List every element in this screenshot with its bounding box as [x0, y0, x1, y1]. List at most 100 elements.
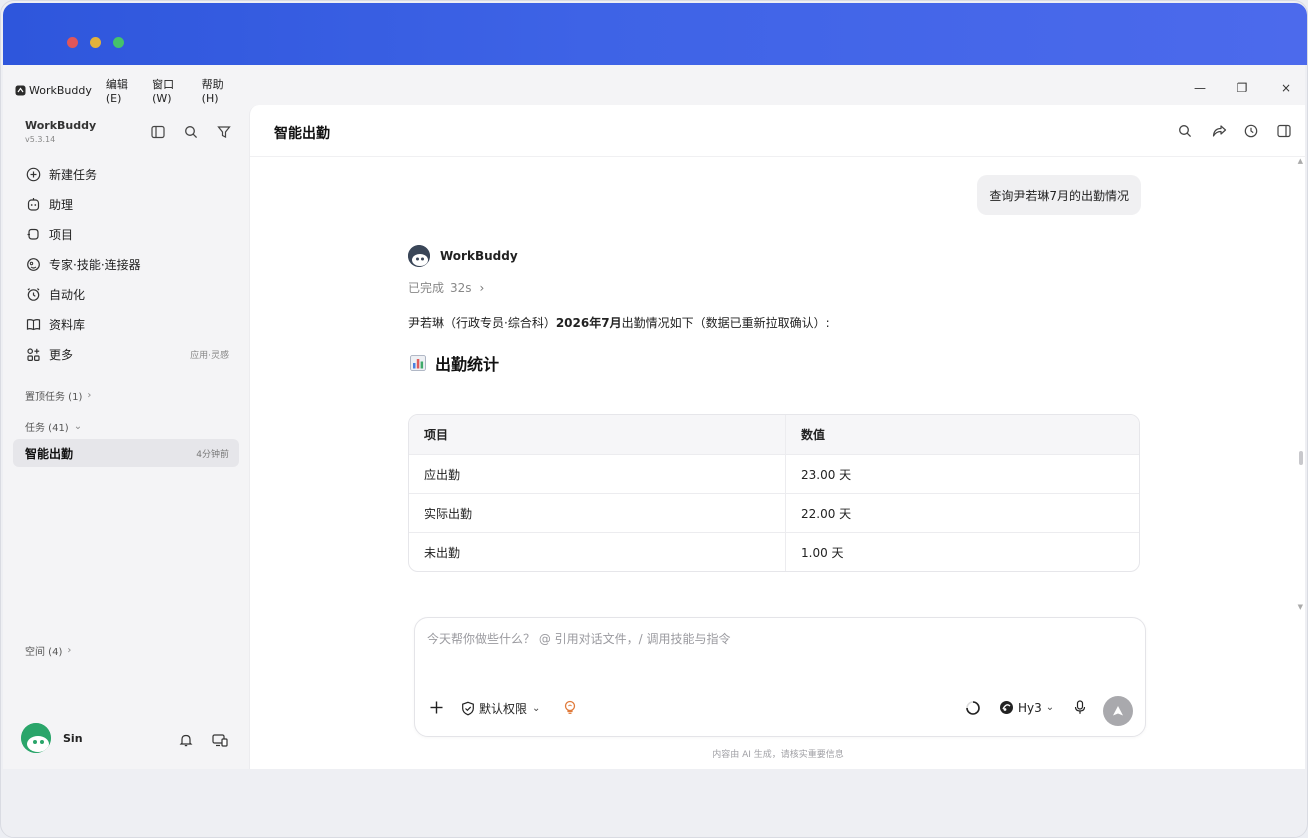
user-name: Sin	[63, 731, 83, 745]
table-cell: 应出勤	[409, 455, 786, 493]
task-status[interactable]: 已完成 32s ›	[408, 279, 484, 296]
sidebar-item-label: 更多	[49, 347, 74, 362]
chevron-right-icon: ›	[87, 390, 92, 401]
sidebar-item-label: 资料库	[49, 317, 86, 332]
bot-name: WorkBuddy	[440, 249, 518, 263]
sidebar-item-experts[interactable]: 专家·技能·连接器	[13, 249, 239, 279]
sidebar: WorkBuddy v5.3.14 新建任务 助理 项目 专家·技能·连接器 自…	[3, 105, 249, 769]
pinned-tasks-label: 置顶任务 (1)	[25, 392, 83, 403]
status-label: 已完成	[408, 281, 445, 295]
sidebar-item-library[interactable]: 资料库	[13, 309, 239, 339]
chevron-right-icon: ›	[479, 280, 485, 295]
project-icon	[25, 226, 41, 242]
title-bar[interactable]	[3, 3, 1307, 65]
bot-header: WorkBuddy	[408, 245, 518, 267]
minimize-button[interactable]: —	[1190, 81, 1210, 95]
page-title: 智能出勤	[274, 126, 330, 142]
maximize-button[interactable]: ❐	[1232, 81, 1252, 95]
sidebar-item-automation[interactable]: 自动化	[13, 279, 239, 309]
user-message-bubble: 查询尹若琳7月的出勤情况	[977, 175, 1141, 215]
shield-check-icon	[461, 701, 475, 716]
menu-window[interactable]: 窗口(W)	[152, 76, 188, 105]
main-panel: 智能出勤 ▲ ▼ 查询尹若琳7月的出勤情况 WorkBuddy 已完成 32s …	[249, 105, 1306, 769]
arrow-up-icon	[1112, 705, 1124, 717]
sidebar-item-label: 自动化	[49, 287, 86, 302]
close-button[interactable]: ×	[1276, 81, 1296, 95]
plus-circle-icon	[25, 166, 41, 182]
more-extra-label: 应用·灵感	[190, 350, 229, 361]
table-cell: 实际出勤	[409, 494, 786, 532]
section-heading: 出勤统计	[410, 351, 499, 375]
table-cell: 未出勤	[409, 533, 786, 571]
history-icon[interactable]	[1242, 122, 1260, 140]
duration-label: 32s	[450, 280, 472, 295]
table-header-row: 项目 数值	[409, 415, 1139, 454]
tasks-header[interactable]: 任务 (41) ⌄	[25, 419, 82, 434]
search-icon[interactable]	[182, 123, 200, 141]
menubar: WorkBuddy 编辑(E) 窗口(W) 帮助(H)	[3, 78, 249, 105]
attendance-table: 项目 数值 应出勤 23.00 天 实际出勤 22.00 天 未出勤 1.00 …	[408, 414, 1140, 572]
spaces-header[interactable]: 空间 (4) ›	[25, 643, 71, 658]
user-message-text: 查询尹若琳7月的出勤情况	[989, 188, 1129, 203]
sidebar-item-projects[interactable]: 项目	[13, 219, 239, 249]
app-logo-icon	[15, 85, 26, 96]
chat-input[interactable]	[427, 632, 1127, 646]
task-item-active[interactable]: 智能出勤 4分钟前	[13, 439, 239, 467]
composer: 默认权限 ⌄ Hy3 ⌄	[414, 617, 1146, 737]
sidebar-toggle-icon[interactable]	[149, 123, 167, 141]
zoom-dot[interactable]	[113, 37, 124, 48]
ai-disclaimer: 内容由 AI 生成，请核实重要信息	[712, 750, 844, 760]
permission-dropdown[interactable]: 默认权限 ⌄	[461, 700, 540, 717]
sidebar-item-label: 项目	[49, 227, 74, 242]
scroll-down-arrow[interactable]: ▼	[1298, 603, 1303, 611]
table-cell: 23.00 天	[801, 467, 852, 482]
panel-toggle-icon[interactable]	[1275, 122, 1293, 140]
answer-period: 2026年7月	[555, 316, 622, 330]
sidebar-item-label: 助理	[49, 197, 74, 212]
scroll-up-arrow[interactable]: ▲	[1298, 157, 1303, 165]
answer-suffix: 出勤情况如下（数据已重新拉取确认）:	[621, 316, 830, 330]
menu-edit[interactable]: 编辑(E)	[106, 76, 138, 105]
brand-name: WorkBuddy	[25, 119, 97, 132]
table-cell: 22.00 天	[801, 506, 852, 521]
loading-spinner-icon	[965, 700, 981, 716]
close-dot[interactable]	[67, 37, 78, 48]
robot-icon	[25, 196, 41, 212]
answer-text: 尹若琳（行政专员·综合科）2026年7月出勤情况如下（数据已重新拉取确认）:	[408, 314, 830, 331]
lightbulb-icon[interactable]	[563, 700, 577, 715]
device-icon[interactable]	[211, 731, 229, 749]
bell-icon[interactable]	[177, 731, 195, 749]
send-button[interactable]	[1103, 696, 1133, 726]
avatar	[21, 723, 51, 753]
model-selector[interactable]: Hy3 ⌄	[999, 700, 1054, 715]
filter-icon[interactable]	[215, 123, 233, 141]
table-row: 未出勤 1.00 天	[409, 532, 1139, 571]
window-frame: WorkBuddy 编辑(E) 窗口(W) 帮助(H) — ❐ × WorkBu…	[0, 0, 1308, 838]
sidebar-item-more[interactable]: 更多 应用·灵感	[13, 339, 239, 369]
microphone-icon[interactable]	[1074, 700, 1086, 715]
sidebar-item-new-task[interactable]: 新建任务	[13, 159, 239, 189]
chevron-down-icon: ⌄	[532, 703, 541, 714]
bottom-area	[3, 769, 1305, 837]
search-icon[interactable]	[1176, 122, 1194, 140]
model-logo-icon	[999, 700, 1014, 715]
share-icon[interactable]	[1210, 122, 1228, 140]
brand-version: v5.3.14	[25, 135, 56, 144]
task-time: 4分钟前	[196, 449, 229, 460]
expert-icon	[25, 256, 41, 272]
table-cell: 1.00 天	[801, 545, 844, 560]
main-header: 智能出勤	[250, 105, 1306, 157]
pinned-tasks-header[interactable]: 置顶任务 (1) ›	[25, 388, 91, 403]
menu-app-name[interactable]: WorkBuddy	[29, 84, 92, 97]
answer-prefix: 尹若琳（行政专员·综合科）	[408, 316, 556, 330]
user-profile[interactable]: Sin	[21, 723, 83, 753]
sidebar-item-assistant[interactable]: 助理	[13, 189, 239, 219]
table-header-cell: 数值	[801, 428, 826, 442]
add-attachment-icon[interactable]	[429, 700, 444, 715]
minimize-dot[interactable]	[90, 37, 101, 48]
scrollbar-thumb[interactable]	[1299, 451, 1303, 465]
task-title: 智能出勤	[25, 446, 74, 461]
menu-help[interactable]: 帮助(H)	[202, 76, 235, 105]
sidebar-nav: 新建任务 助理 项目 专家·技能·连接器 自动化 资料库 更多 应用·灵感	[13, 159, 239, 369]
bar-chart-icon	[410, 355, 426, 371]
